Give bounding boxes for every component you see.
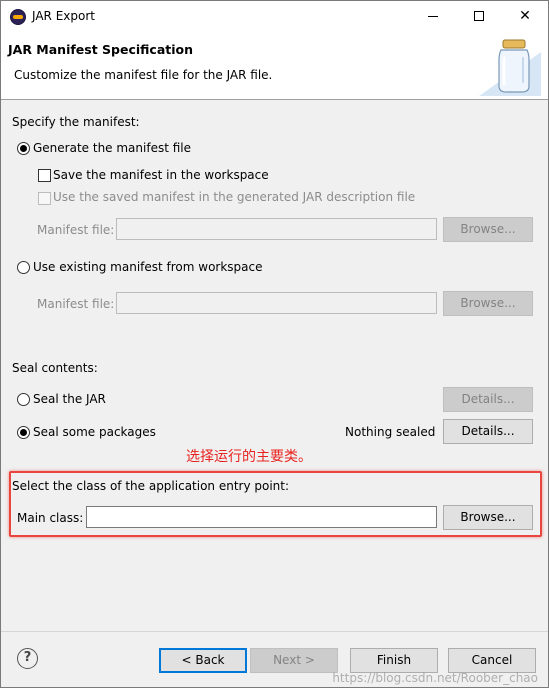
main-class-browse-button[interactable]: Browse... [443, 505, 533, 530]
manifest-file-input [117, 219, 436, 239]
manifest-file-label: Manifest file: [37, 223, 115, 237]
close-icon: ✕ [519, 8, 531, 24]
seal-jar-radio[interactable] [17, 393, 30, 406]
seal-some-packages-label: Seal some packages [33, 425, 156, 439]
generate-manifest-radio[interactable] [17, 142, 30, 155]
generate-manifest-label: Generate the manifest file [33, 141, 192, 155]
use-existing-manifest-label: Use existing manifest from workspace [33, 260, 263, 274]
help-icon[interactable]: ? [17, 648, 38, 669]
use-saved-manifest-label: Use the saved manifest in the generated … [53, 190, 416, 204]
existing-manifest-file-input [117, 293, 436, 313]
save-manifest-label: Save the manifest in the workspace [53, 168, 269, 182]
page-title: JAR Manifest Specification [8, 42, 194, 57]
existing-manifest-file-label: Manifest file: [37, 297, 115, 311]
seal-some-packages-radio[interactable] [17, 426, 30, 439]
close-button[interactable]: ✕ [502, 1, 548, 32]
main-class-input[interactable] [87, 507, 436, 527]
seal-jar-details-button: Details... [443, 387, 533, 412]
specify-manifest-label: Specify the manifest: [12, 115, 140, 129]
manifest-file-field [116, 218, 437, 240]
seal-jar-label: Seal the JAR [33, 392, 106, 406]
wizard-footer: ? < Back Next > Finish Cancel https://bl… [1, 631, 548, 687]
finish-button[interactable]: Finish [350, 648, 438, 673]
cancel-button[interactable]: Cancel [448, 648, 536, 673]
jar-icon [479, 39, 541, 96]
seal-packages-details-button[interactable]: Details... [443, 419, 533, 444]
main-class-label: Main class: [17, 511, 84, 525]
save-manifest-checkbox[interactable] [38, 169, 51, 182]
manifest-browse-button: Browse... [443, 217, 533, 242]
page-description: Customize the manifest file for the JAR … [14, 68, 273, 82]
wizard-body: Specify the manifest: Generate the manif… [1, 101, 548, 631]
eclipse-icon [10, 9, 26, 25]
watermark-text: https://blog.csdn.net/Roober_chao [332, 671, 538, 685]
back-button[interactable]: < Back [159, 648, 247, 673]
entry-point-label: Select the class of the application entr… [12, 479, 290, 493]
title-bar: JAR Export ✕ [1, 1, 548, 32]
existing-manifest-file-field [116, 292, 437, 314]
use-existing-manifest-radio[interactable] [17, 261, 30, 274]
seal-status-text: Nothing sealed [345, 425, 436, 439]
window-title: JAR Export [32, 9, 95, 23]
wizard-header: JAR Manifest Specification Customize the… [1, 32, 548, 100]
maximize-icon [474, 11, 484, 21]
next-button: Next > [250, 648, 338, 673]
minimize-icon [428, 15, 438, 17]
existing-manifest-browse-button: Browse... [443, 291, 533, 316]
maximize-button[interactable] [456, 1, 502, 32]
main-class-field[interactable] [86, 506, 437, 528]
use-saved-manifest-checkbox [38, 192, 51, 205]
jar-export-dialog: JAR Export ✕ JAR Manifest Specification … [0, 0, 549, 688]
seal-contents-label: Seal contents: [12, 361, 98, 375]
minimize-button[interactable] [410, 1, 456, 32]
annotation-text: 选择运行的主要类。 [186, 449, 312, 465]
